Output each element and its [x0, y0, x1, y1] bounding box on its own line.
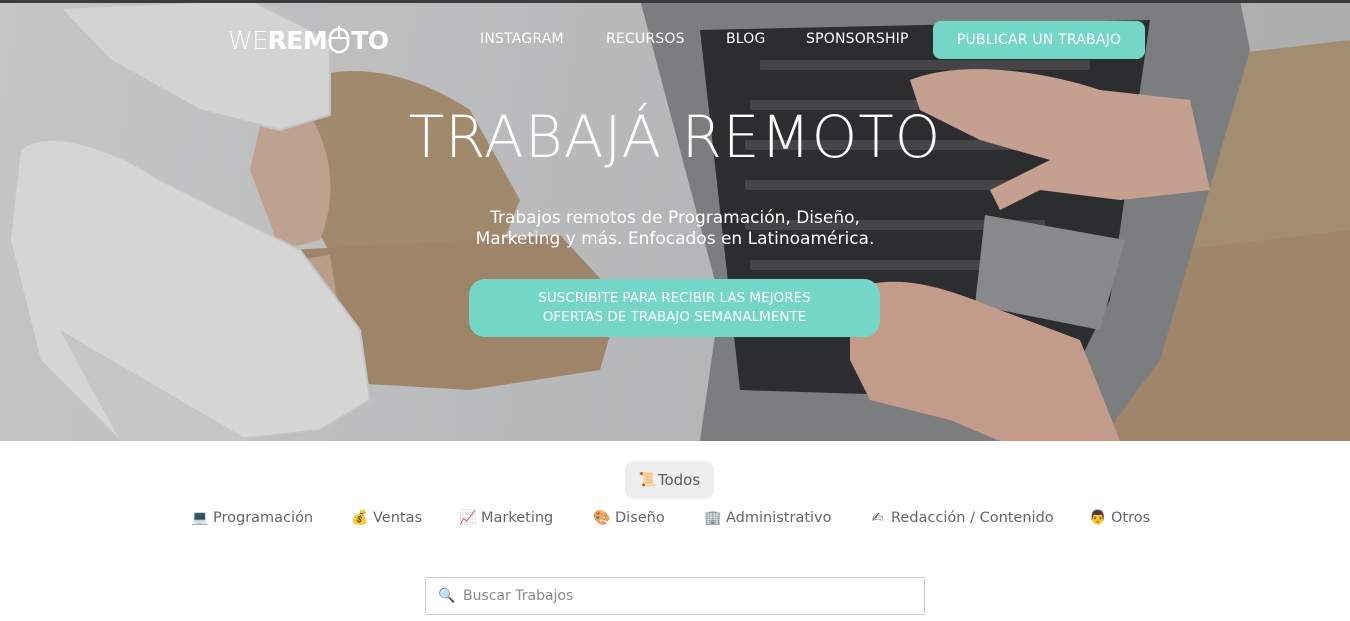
hero-title: TRABAJÁ REMOTO [408, 103, 942, 171]
search-icon: 🔍 [438, 588, 456, 604]
hero-subtitle-line-1: Trabajos remotos de Programación, Diseño… [490, 208, 860, 228]
filter-label: Diseño [615, 510, 665, 526]
nav-link-recursos[interactable]: RECURSOS [606, 31, 685, 47]
nav-link-sponsorship[interactable]: SPONSORSHIP [806, 31, 909, 47]
filter-all-label: Todos [657, 471, 701, 489]
filter-diseno[interactable]: 🎨 Diseño [593, 506, 665, 530]
search-input[interactable] [463, 588, 903, 604]
category-filters: 💻 Programación 💰 Ventas 📈 Marketing 🎨 Di… [0, 506, 1350, 530]
top-edge-bar [0, 0, 1350, 3]
subscribe-button[interactable]: SUSCRIBITE PARA RECIBIR LAS MEJORES OFER… [469, 279, 880, 337]
chart-up-icon: 📈 [459, 510, 477, 526]
hero-subtitle-line-2: Marketing y más. Enfocados en Latinoamér… [475, 229, 875, 249]
writing-hand-icon: ✍ [871, 510, 884, 526]
filter-label: Administrativo [726, 510, 832, 526]
filter-otros[interactable]: 👨 Otros [1089, 506, 1150, 530]
subscribe-button-line-1: SUSCRIBITE PARA RECIBIR LAS MEJORES [538, 290, 811, 306]
nav-link-blog[interactable]: BLOG [726, 31, 766, 47]
hero-subtitle: Trabajos remotos de Programación, Diseño… [0, 208, 1350, 250]
search-box: 🔍 [425, 577, 925, 615]
subscribe-button-line-2: OFERTAS DE TRABAJO SEMANALMENTE [542, 309, 807, 325]
filter-ventas[interactable]: 💰 Ventas [351, 506, 422, 530]
filter-redaccion-contenido[interactable]: ✍ Redacción / Contenido [869, 506, 1054, 530]
filter-label: Otros [1111, 510, 1151, 526]
main-nav: INSTAGRAM RECURSOS BLOG SPONSORSHIP PUBL… [0, 21, 1350, 59]
filter-programacion[interactable]: 💻 Programación [191, 506, 313, 530]
filter-label: Ventas [373, 510, 423, 526]
laptop-icon: 💻 [191, 510, 209, 526]
post-job-button[interactable]: PUBLICAR UN TRABAJO [933, 21, 1145, 59]
filter-label: Programación [213, 510, 314, 526]
palette-icon: 🎨 [593, 510, 611, 526]
filter-all-button[interactable]: 📜 Todos [625, 461, 714, 499]
filter-administrativo[interactable]: 🏢 Administrativo [704, 506, 832, 530]
hero-banner: WE REM TO INSTAGRAM RECURSOS BLOG SPONSO… [0, 0, 1350, 441]
money-bag-icon: 💰 [351, 510, 369, 526]
office-building-icon: 🏢 [704, 510, 722, 526]
person-icon: 👨 [1089, 510, 1107, 526]
filter-label: Redacción / Contenido [891, 510, 1054, 526]
filter-marketing[interactable]: 📈 Marketing [459, 506, 553, 530]
nav-link-instagram[interactable]: INSTAGRAM [480, 31, 564, 47]
scroll-icon: 📜 [638, 472, 657, 488]
filter-label: Marketing [481, 510, 554, 526]
